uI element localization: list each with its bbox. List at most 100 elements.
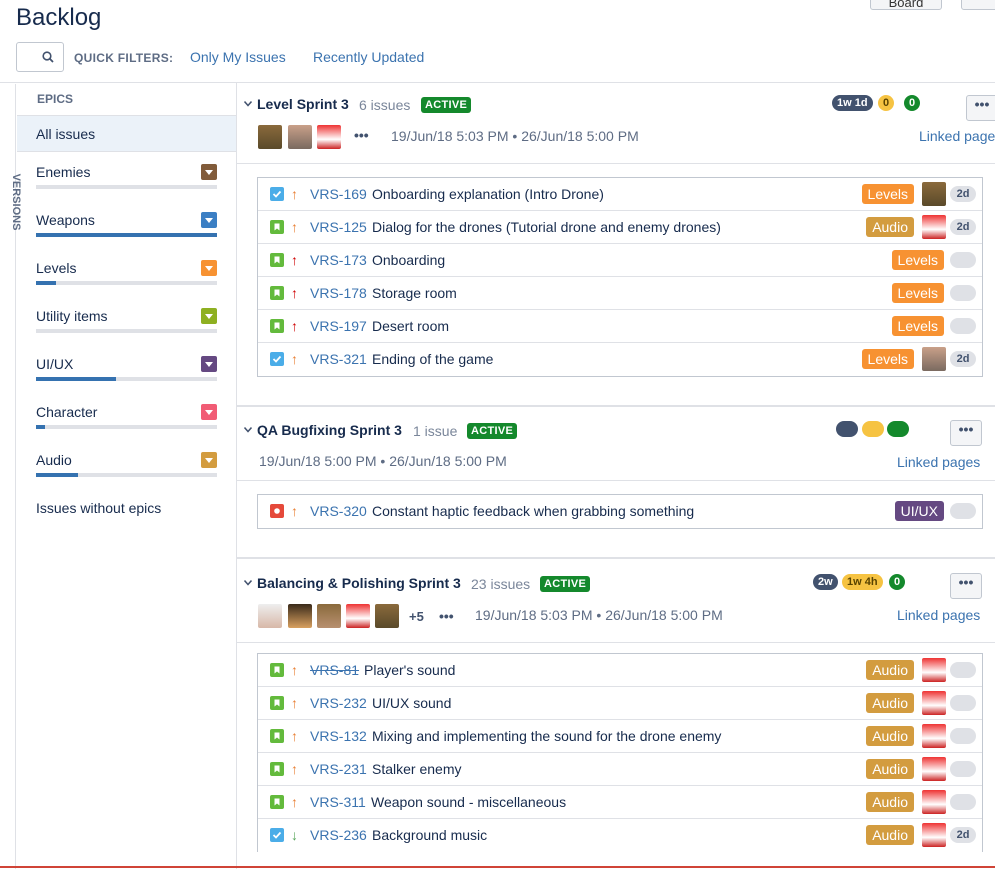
issue-count: 23 issues xyxy=(471,576,531,592)
issue-key[interactable]: VRS-321 xyxy=(310,351,367,367)
issue-key[interactable]: VRS-125 xyxy=(310,219,367,235)
epic-audio[interactable]: Audio xyxy=(36,452,217,492)
epic-enemies[interactable]: Enemies xyxy=(36,164,217,204)
table-row[interactable]: ↑ VRS-81 Player's sound Audio xyxy=(258,654,982,687)
sprint-header: QA Bugfixing Sprint 3 1 issue ACTIVE •••… xyxy=(244,420,995,472)
epic-dropdown-icon[interactable] xyxy=(201,212,217,228)
avatar[interactable] xyxy=(375,604,399,628)
issues-without-epics[interactable]: Issues without epics xyxy=(36,500,161,516)
chevron-down-icon[interactable] xyxy=(244,101,252,107)
linked-pages-link[interactable]: Linked page xyxy=(919,128,995,144)
priority-high-icon: ↑ xyxy=(291,761,298,777)
avatar[interactable] xyxy=(258,125,282,149)
issue-key[interactable]: VRS-236 xyxy=(310,827,367,843)
epic-dropdown-icon[interactable] xyxy=(201,308,217,324)
estimate-done-badge: 0 xyxy=(904,95,921,111)
issue-key[interactable]: VRS-232 xyxy=(310,695,367,711)
table-row[interactable]: ↑ VRS-321 Ending of the game Levels 2d xyxy=(258,343,982,376)
chevron-down-icon[interactable] xyxy=(244,427,252,433)
issue-key[interactable]: VRS-311 xyxy=(310,794,366,810)
chevron-down-icon[interactable] xyxy=(244,580,252,586)
avatar[interactable] xyxy=(258,604,282,628)
issue-summary: Mixing and implementing the sound for th… xyxy=(372,728,722,744)
table-row[interactable]: ↑ VRS-132 Mixing and implementing the so… xyxy=(258,720,982,753)
table-row[interactable]: ↑ VRS-125 Dialog for the drones (Tutoria… xyxy=(258,211,982,244)
epic-utility-items[interactable]: Utility items xyxy=(36,308,217,348)
avatar[interactable] xyxy=(922,182,946,206)
epic-dropdown-icon[interactable] xyxy=(201,404,217,420)
avatar[interactable] xyxy=(922,658,946,682)
estimate-todo-badge: 1w 1d xyxy=(832,95,873,111)
avatar[interactable] xyxy=(922,790,946,814)
epic-dropdown-icon[interactable] xyxy=(201,452,217,468)
estimate-todo-badge: 2w xyxy=(813,574,838,590)
table-row[interactable]: ↑ VRS-311 Weapon sound - miscellaneous A… xyxy=(258,786,982,819)
top-menu-button[interactable] xyxy=(961,0,995,10)
epic-dropdown-icon[interactable] xyxy=(201,356,217,372)
table-row[interactable]: ↑ VRS-232 UI/UX sound Audio xyxy=(258,687,982,720)
table-row[interactable]: ↓ VRS-236 Background music Audio 2d xyxy=(258,819,982,852)
table-row[interactable]: ↑ VRS-178 Storage room Levels xyxy=(258,277,982,310)
priority-highest-icon: ↑ xyxy=(291,252,298,268)
issue-summary: Player's sound xyxy=(364,662,456,678)
estimate-badge xyxy=(950,318,976,334)
sprint-actions-button[interactable]: ••• xyxy=(950,420,982,446)
avatar[interactable] xyxy=(346,604,370,628)
table-row[interactable]: ↑ VRS-320 Constant haptic feedback when … xyxy=(258,495,982,528)
search-input[interactable] xyxy=(16,42,64,72)
epic-dropdown-icon[interactable] xyxy=(201,164,217,180)
sprint-name[interactable]: Level Sprint 3 xyxy=(257,96,349,112)
epic-lozenge: Levels xyxy=(891,250,944,270)
issue-key[interactable]: VRS-173 xyxy=(310,252,367,268)
avatar[interactable] xyxy=(922,823,946,847)
versions-tab[interactable]: VERSIONS xyxy=(0,84,22,869)
avatar[interactable] xyxy=(317,125,341,149)
sprint-actions-button[interactable]: ••• xyxy=(966,95,995,121)
estimate-badge xyxy=(950,285,976,301)
epic-label: Enemies xyxy=(36,164,91,180)
more-avatars-count[interactable]: +5 xyxy=(409,609,424,624)
board-button[interactable]: Board xyxy=(870,0,942,10)
table-row[interactable]: ↑ VRS-231 Stalker enemy Audio xyxy=(258,753,982,786)
avatar[interactable] xyxy=(288,125,312,149)
priority-high-icon: ↑ xyxy=(291,662,298,678)
sprint-header: Balancing & Polishing Sprint 3 23 issues… xyxy=(244,573,995,635)
sprint-actions-button[interactable]: ••• xyxy=(950,573,982,599)
issue-key[interactable]: VRS-231 xyxy=(310,761,367,777)
issue-key[interactable]: VRS-197 xyxy=(310,318,367,334)
linked-pages-link[interactable]: Linked pages xyxy=(897,607,980,623)
more-avatars-icon[interactable]: ••• xyxy=(439,608,454,624)
epic-dropdown-icon[interactable] xyxy=(201,260,217,276)
sprint-name[interactable]: QA Bugfixing Sprint 3 xyxy=(257,422,402,438)
issue-key[interactable]: VRS-132 xyxy=(310,728,367,744)
table-row[interactable]: ↑ VRS-173 Onboarding Levels xyxy=(258,244,982,277)
avatar[interactable] xyxy=(288,604,312,628)
table-row[interactable]: ↑ VRS-169 Onboarding explanation (Intro … xyxy=(258,178,982,211)
estimate-badge xyxy=(950,252,976,268)
avatar[interactable] xyxy=(317,604,341,628)
epic-character[interactable]: Character xyxy=(36,404,217,444)
sprint-name[interactable]: Balancing & Polishing Sprint 3 xyxy=(257,575,461,591)
avatar[interactable] xyxy=(922,724,946,748)
estimate-inprogress-badge: 1w 4h xyxy=(842,574,883,590)
issue-key[interactable]: VRS-320 xyxy=(310,503,367,519)
avatar[interactable] xyxy=(922,215,946,239)
more-avatars-icon[interactable]: ••• xyxy=(354,127,369,143)
issue-key[interactable]: VRS-81 xyxy=(310,662,359,678)
epic-uiux[interactable]: UI/UX xyxy=(36,356,217,396)
issue-key[interactable]: VRS-169 xyxy=(310,186,367,202)
linked-pages-link[interactable]: Linked pages xyxy=(897,454,980,470)
epic-weapons[interactable]: Weapons xyxy=(36,212,217,252)
issue-count: 1 issue xyxy=(413,423,458,439)
table-row[interactable]: ↑ VRS-197 Desert room Levels xyxy=(258,310,982,343)
filter-only-my-issues[interactable]: Only My Issues xyxy=(190,49,286,65)
avatar[interactable] xyxy=(922,691,946,715)
avatar[interactable] xyxy=(922,757,946,781)
epic-all-issues[interactable]: All issues xyxy=(17,115,237,152)
filter-recently-updated[interactable]: Recently Updated xyxy=(313,49,424,65)
task-icon xyxy=(270,828,284,842)
story-icon xyxy=(270,762,284,776)
epic-levels[interactable]: Levels xyxy=(36,260,217,300)
issue-key[interactable]: VRS-178 xyxy=(310,285,367,301)
avatar[interactable] xyxy=(922,347,946,371)
